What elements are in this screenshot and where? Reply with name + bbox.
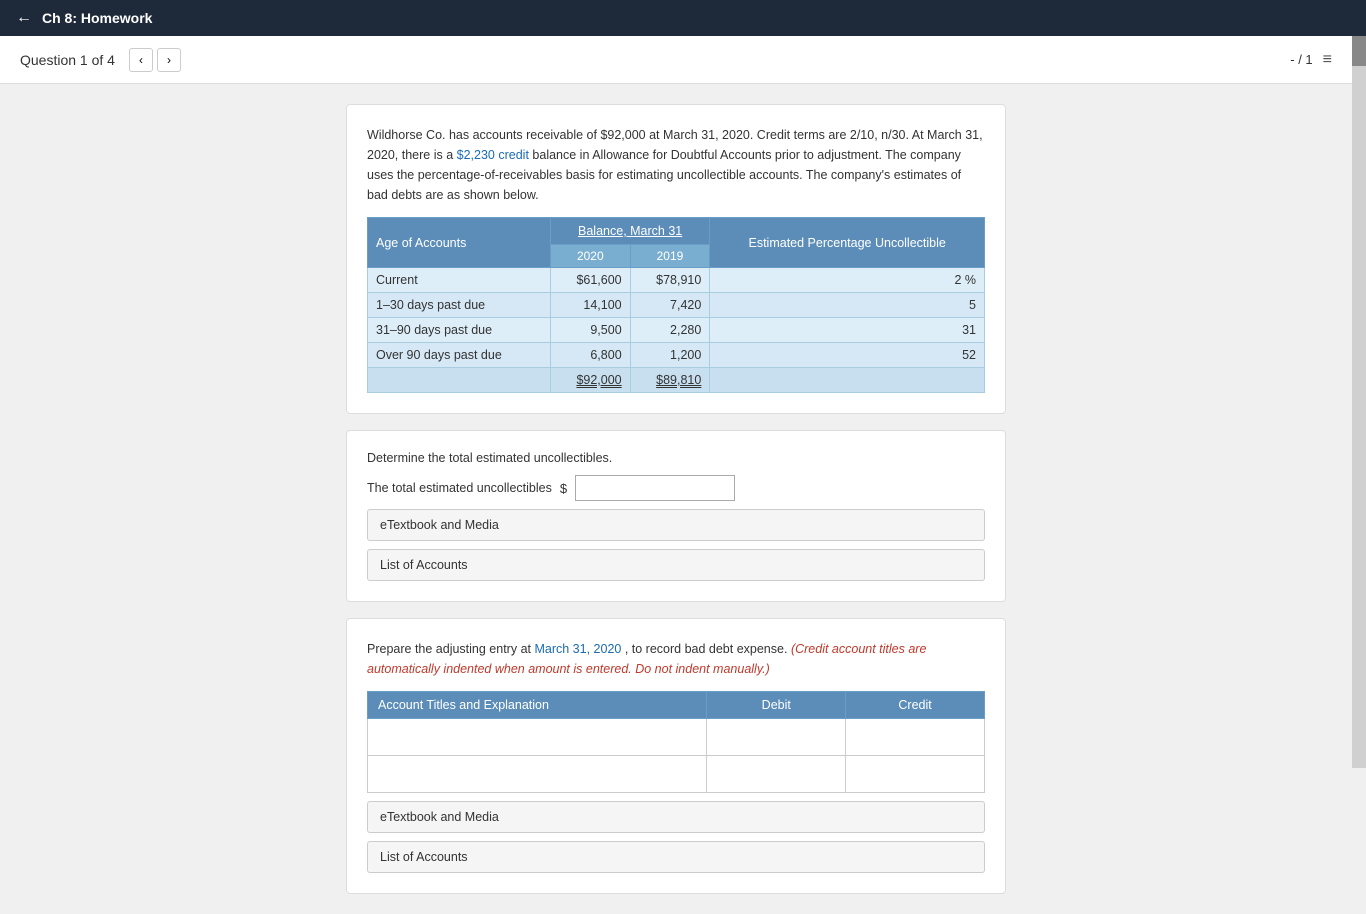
table-cell-age: Over 90 days past due — [368, 343, 551, 368]
list-icon[interactable]: ≡ — [1323, 51, 1332, 69]
prev-question-button[interactable]: ‹ — [129, 48, 153, 72]
table-row: Over 90 days past due 6,800 1,200 52 — [368, 343, 985, 368]
table-cell-pct: 31 — [710, 318, 985, 343]
table-cell-2020: 9,500 — [550, 318, 630, 343]
problem-text: Wildhorse Co. has accounts receivable of… — [367, 125, 985, 205]
table-cell-2019: 2,280 — [630, 318, 710, 343]
entry-row — [368, 756, 985, 793]
scrollbar-track — [1352, 0, 1366, 768]
table-total-2019: $89,810 — [630, 368, 710, 393]
table-cell-2020: $61,600 — [550, 268, 630, 293]
table-row: 31–90 days past due 9,500 2,280 31 — [368, 318, 985, 343]
uncollectibles-input[interactable] — [575, 475, 735, 501]
entry-credit-input-1[interactable] — [850, 760, 980, 788]
table-cell-2019: 7,420 — [630, 293, 710, 318]
etextbook-button-2[interactable]: eTextbook and Media — [367, 801, 985, 833]
entry-header-account: Account Titles and Explanation — [368, 692, 707, 719]
entry-header-credit: Credit — [846, 692, 985, 719]
table-cell-pct: 2 % — [710, 268, 985, 293]
problem-text-highlight1: $2,230 credit — [457, 148, 529, 162]
table-cell-pct: 52 — [710, 343, 985, 368]
table-cell-2019: $78,910 — [630, 268, 710, 293]
scrollbar-thumb[interactable] — [1352, 36, 1366, 66]
entry-header-debit: Debit — [707, 692, 846, 719]
table-total-2020: $92,000 — [550, 368, 630, 393]
entry-debit-cell — [707, 719, 846, 756]
list-accounts-button-2[interactable]: List of Accounts — [367, 841, 985, 873]
entry-debit-cell — [707, 756, 846, 793]
top-nav: ← Ch 8: Homework — [0, 0, 1366, 36]
section1-instruction: Determine the total estimated uncollecti… — [367, 451, 985, 465]
table-header-balance: Balance, March 31 — [550, 218, 709, 245]
entry-credit-cell — [846, 756, 985, 793]
table-cell-age: 1–30 days past due — [368, 293, 551, 318]
entry-account-input-1[interactable] — [372, 760, 702, 788]
entry-row — [368, 719, 985, 756]
section2-card: Prepare the adjusting entry at March 31,… — [346, 618, 1006, 894]
dollar-sign: $ — [560, 481, 567, 496]
entry-debit-input-0[interactable] — [711, 723, 841, 751]
table-cell-2020: 6,800 — [550, 343, 630, 368]
table-cell-age: 31–90 days past due — [368, 318, 551, 343]
section2-instruction: Prepare the adjusting entry at March 31,… — [367, 639, 985, 679]
table-header-2020: 2020 — [550, 245, 630, 268]
table-row: 1–30 days past due 14,100 7,420 5 — [368, 293, 985, 318]
input-row: The total estimated uncollectibles $ — [367, 475, 985, 501]
instruction-part2: , to record bad debt expense. — [625, 642, 788, 656]
entry-credit-cell — [846, 719, 985, 756]
table-header-age: Age of Accounts — [368, 218, 551, 268]
instruction-part1: Prepare the adjusting entry at — [367, 642, 531, 656]
problem-card: Wildhorse Co. has accounts receivable of… — [346, 104, 1006, 414]
entry-credit-input-0[interactable] — [850, 723, 980, 751]
table-cell-pct: 5 — [710, 293, 985, 318]
table-cell-age: Current — [368, 268, 551, 293]
entry-account-cell — [368, 756, 707, 793]
section1-card: Determine the total estimated uncollecti… — [346, 430, 1006, 602]
question-label: Question 1 of 4 — [20, 52, 115, 68]
entry-account-cell — [368, 719, 707, 756]
back-button[interactable]: ← — [16, 9, 32, 27]
next-question-button[interactable]: › — [157, 48, 181, 72]
main-content: Wildhorse Co. has accounts receivable of… — [0, 84, 1352, 914]
table-cell-2020: 14,100 — [550, 293, 630, 318]
table-cell-2019: 1,200 — [630, 343, 710, 368]
table-header-estimated: Estimated Percentage Uncollectible — [710, 218, 985, 268]
aging-table: Age of Accounts Balance, March 31 Estima… — [367, 217, 985, 393]
etextbook-button-1[interactable]: eTextbook and Media — [367, 509, 985, 541]
nav-title: Ch 8: Homework — [42, 10, 152, 26]
instruction-blue: March 31, 2020 — [534, 642, 621, 656]
entry-table: Account Titles and Explanation Debit Cre… — [367, 691, 985, 793]
table-row: Current $61,600 $78,910 2 % — [368, 268, 985, 293]
table-total-pct — [710, 368, 985, 393]
input-label: The total estimated uncollectibles — [367, 481, 552, 495]
entry-account-input-0[interactable] — [372, 723, 702, 751]
entry-debit-input-1[interactable] — [711, 760, 841, 788]
table-total-label — [368, 368, 551, 393]
question-header: Question 1 of 4 ‹ › - / 1 ≡ — [0, 36, 1352, 84]
list-accounts-button-1[interactable]: List of Accounts — [367, 549, 985, 581]
table-header-2019: 2019 — [630, 245, 710, 268]
page-indicator: - / 1 — [1290, 52, 1312, 67]
